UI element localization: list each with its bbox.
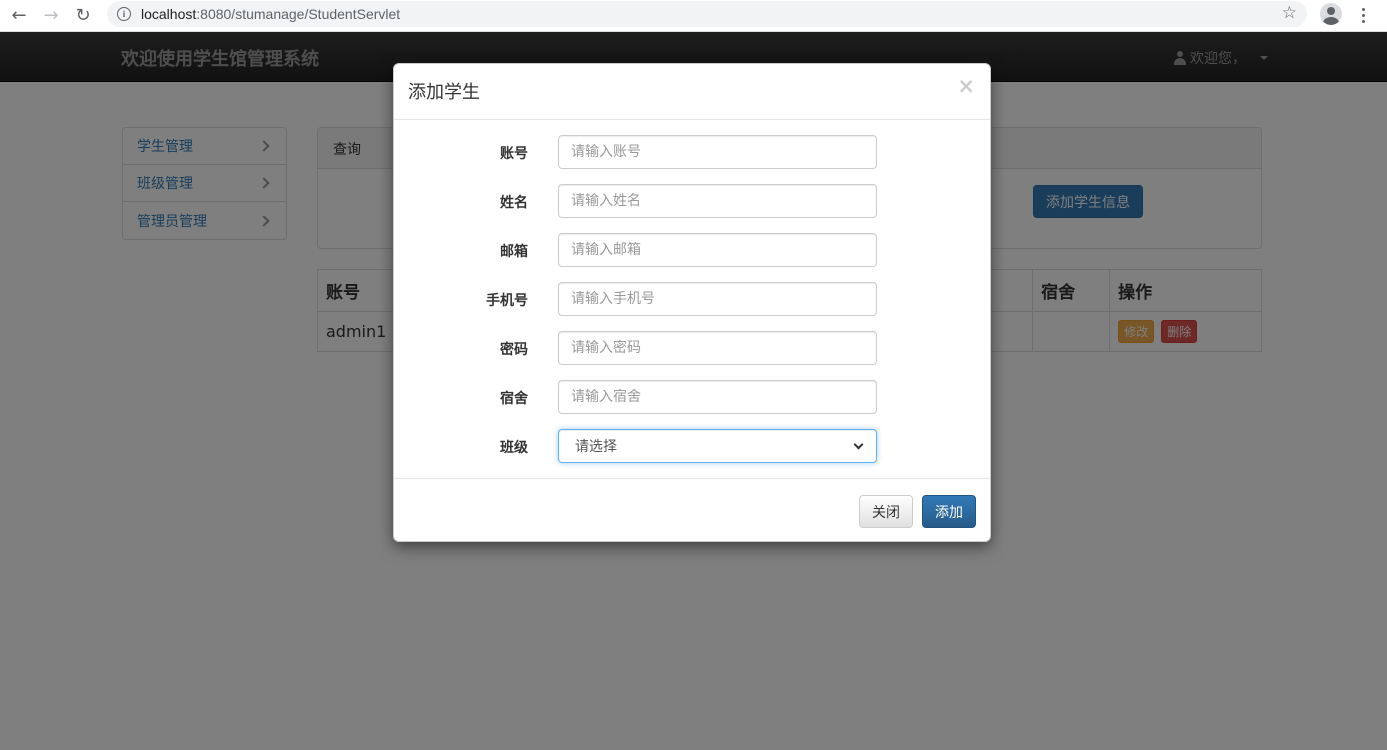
phone-label: 手机号 [486, 293, 528, 309]
form-row-account: 账号 [394, 135, 992, 169]
modal-header: 添加学生 × [394, 64, 990, 120]
form-row-password: 密码 [394, 331, 992, 365]
email-input[interactable] [558, 233, 877, 267]
bookmark-star-icon[interactable]: ☆ [1282, 3, 1297, 23]
dorm-label: 宿舍 [500, 391, 528, 407]
form-row-phone: 手机号 [394, 282, 992, 316]
site-info-icon[interactable]: i [117, 7, 131, 21]
phone-input[interactable] [558, 282, 877, 316]
password-label: 密码 [500, 342, 528, 358]
form-row-email: 邮箱 [394, 233, 992, 267]
close-icon[interactable]: × [957, 76, 975, 97]
password-input[interactable] [558, 331, 877, 365]
account-input[interactable] [558, 135, 877, 169]
name-input[interactable] [558, 184, 877, 218]
back-arrow-icon[interactable]: ← [3, 3, 35, 29]
modal-title: 添加学生 [408, 82, 480, 103]
class-select[interactable]: 请选择 [558, 429, 877, 463]
profile-avatar-icon[interactable] [1320, 3, 1342, 25]
forward-arrow-icon[interactable]: → [35, 3, 67, 29]
account-label: 账号 [500, 146, 528, 162]
form-row-dorm: 宿舍 [394, 380, 992, 414]
submit-add-button[interactable]: 添加 [922, 495, 976, 528]
modal-footer: 关闭 添加 [394, 478, 990, 542]
browser-menu-icon[interactable] [1356, 4, 1370, 26]
class-select-value: 请选择 [575, 439, 617, 455]
class-label: 班级 [500, 440, 528, 456]
close-button[interactable]: 关闭 [859, 495, 913, 528]
modal-body: 账号 姓名 邮箱 手机号 密码 宿舍 班级 请选择 [394, 120, 990, 478]
url-text: localhost:8080/stumanage/StudentServlet [141, 6, 401, 22]
form-row-name: 姓名 [394, 184, 992, 218]
add-student-modal: 添加学生 × 账号 姓名 邮箱 手机号 密码 宿舍 班级 [393, 63, 991, 542]
reload-icon[interactable]: ↻ [67, 3, 99, 29]
address-bar[interactable]: i localhost:8080/stumanage/StudentServle… [107, 1, 1307, 27]
name-label: 姓名 [500, 195, 528, 211]
form-row-class: 班级 请选择 [394, 429, 992, 463]
dorm-input[interactable] [558, 380, 877, 414]
email-label: 邮箱 [500, 244, 528, 260]
browser-toolbar: ← → ↻ i localhost:8080/stumanage/Student… [0, 0, 1387, 32]
chevron-down-icon [853, 439, 864, 449]
